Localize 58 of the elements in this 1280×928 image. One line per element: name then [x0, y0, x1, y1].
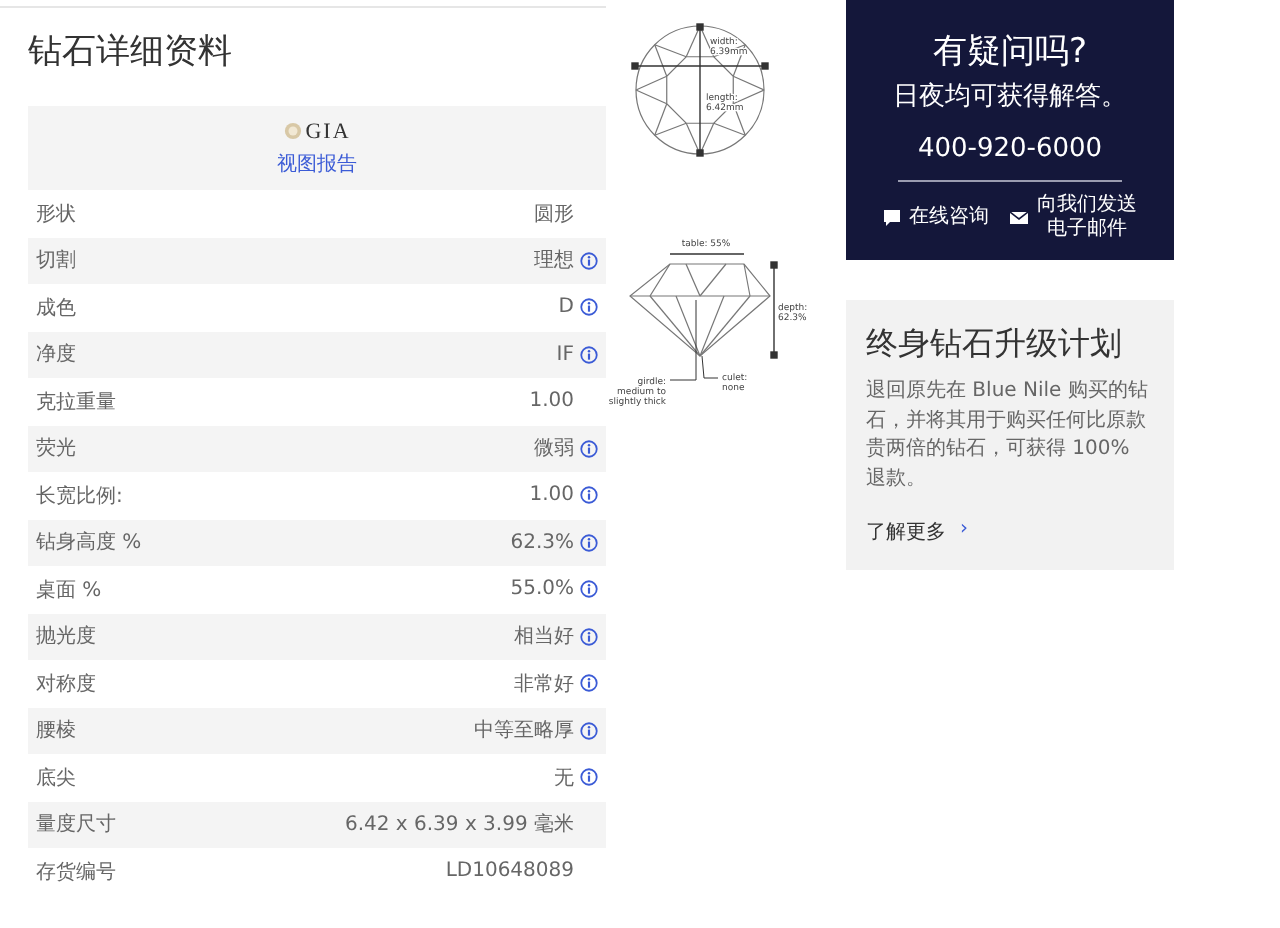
spec-value: IF	[556, 343, 574, 366]
mail-icon	[1009, 212, 1027, 224]
spec-value: 62.3%	[510, 531, 574, 554]
info-icon[interactable]	[580, 345, 598, 364]
spec-value: 无	[554, 765, 574, 792]
phone-number[interactable]: 400-920-6000	[898, 134, 1122, 182]
email-button[interactable]: 向我们发送 电子邮件	[1009, 194, 1137, 242]
spec-value: D	[558, 296, 574, 319]
spec-value: 微弱	[534, 436, 574, 463]
info-icon[interactable]	[580, 298, 598, 317]
page-title: 钻石详细资料	[28, 30, 234, 74]
spec-label: 存货编号	[36, 859, 116, 886]
upgrade-title: 终身钻石升级计划	[866, 324, 1124, 366]
spec-value: 1.00	[529, 484, 574, 507]
info-icon[interactable]	[580, 251, 598, 270]
upgrade-description: 退回原先在 Blue Nile 购买的钻石，并将其用于购买任何比原款贵两倍的钻石，可获得 100% 退款。	[866, 378, 1150, 493]
spec-value: 中等至略厚	[474, 717, 574, 745]
spec-value: 6.42 x 6.39 x 3.99 毫米	[344, 811, 574, 839]
learn-more-link[interactable]: 了解更多 ›	[866, 518, 968, 546]
info-icon[interactable]	[580, 768, 598, 787]
spec-value: 理想	[534, 247, 574, 275]
spec-label: 长宽比例:	[36, 483, 123, 510]
spec-label: 对称度	[36, 671, 96, 698]
spec-label: 抛光度	[36, 623, 96, 651]
spec-label: 净度	[36, 341, 76, 369]
spec-label: 荧光	[36, 435, 76, 463]
report-link[interactable]: 视图报告	[277, 149, 357, 177]
leader-line	[669, 299, 719, 381]
contact-subtitle: 日夜均可获得解答。	[893, 80, 1127, 114]
chat-bubble-icon	[883, 210, 899, 226]
contact-title: 有疑问吗?	[932, 30, 1088, 74]
spec-value: LD10648089	[445, 860, 574, 883]
dimension-arrow	[669, 253, 778, 359]
spec-label: 形状	[36, 201, 76, 228]
chat-button[interactable]: 在线咨询	[883, 206, 989, 230]
seal-icon	[283, 122, 302, 140]
spec-value: 非常好	[514, 671, 574, 698]
spec-label: 切割	[36, 247, 76, 275]
spec-value: 55.0%	[510, 578, 574, 601]
spec-value: 1.00	[529, 390, 574, 413]
info-icon[interactable]	[580, 439, 598, 458]
spec-label: 底尖	[36, 765, 76, 792]
info-icon[interactable]	[580, 721, 598, 740]
spec-value: 相当好	[514, 623, 574, 651]
spec-label: 桌面 %	[36, 577, 102, 604]
spec-label: 量度尺寸	[36, 811, 116, 839]
info-icon[interactable]	[580, 674, 598, 693]
side-view-diamond-drawing	[629, 263, 771, 357]
spec-value: 圆形	[534, 201, 574, 228]
spec-label: 克拉重量	[36, 389, 116, 416]
info-icon[interactable]	[580, 533, 598, 552]
info-icon[interactable]	[580, 627, 598, 646]
spec-label: 钻身高度 %	[36, 529, 142, 557]
spec-label: 腰棱	[36, 717, 76, 745]
certificate-logo: GIA	[305, 119, 351, 143]
info-icon[interactable]	[580, 580, 598, 599]
info-icon[interactable]	[580, 486, 598, 505]
spec-label: 成色	[36, 295, 76, 322]
